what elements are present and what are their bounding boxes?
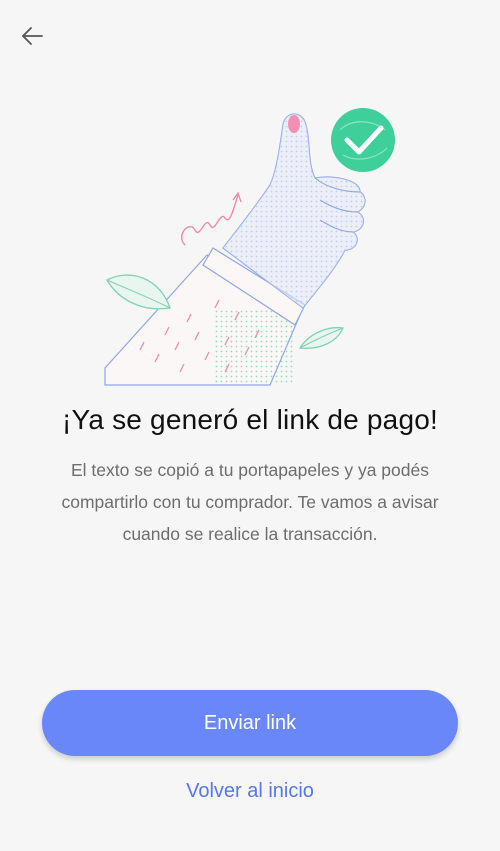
leaf-icon bbox=[106, 274, 171, 310]
arrow-left-icon bbox=[22, 27, 43, 45]
back-button[interactable] bbox=[14, 20, 50, 52]
description-text: El texto se copió a tu portapapeles y ya… bbox=[61, 460, 439, 544]
link-generated-screen: ¡Ya se generó el link de pago! El texto … bbox=[0, 0, 500, 851]
back-to-home-link[interactable]: Volver al inicio bbox=[100, 774, 400, 808]
send-link-button[interactable]: Enviar link bbox=[42, 690, 458, 756]
leaf-icon bbox=[298, 326, 344, 349]
page-title: ¡Ya se generó el link de pago! bbox=[62, 404, 438, 435]
check-circle-icon bbox=[331, 108, 395, 172]
thumbs-up-illustration bbox=[104, 108, 395, 386]
